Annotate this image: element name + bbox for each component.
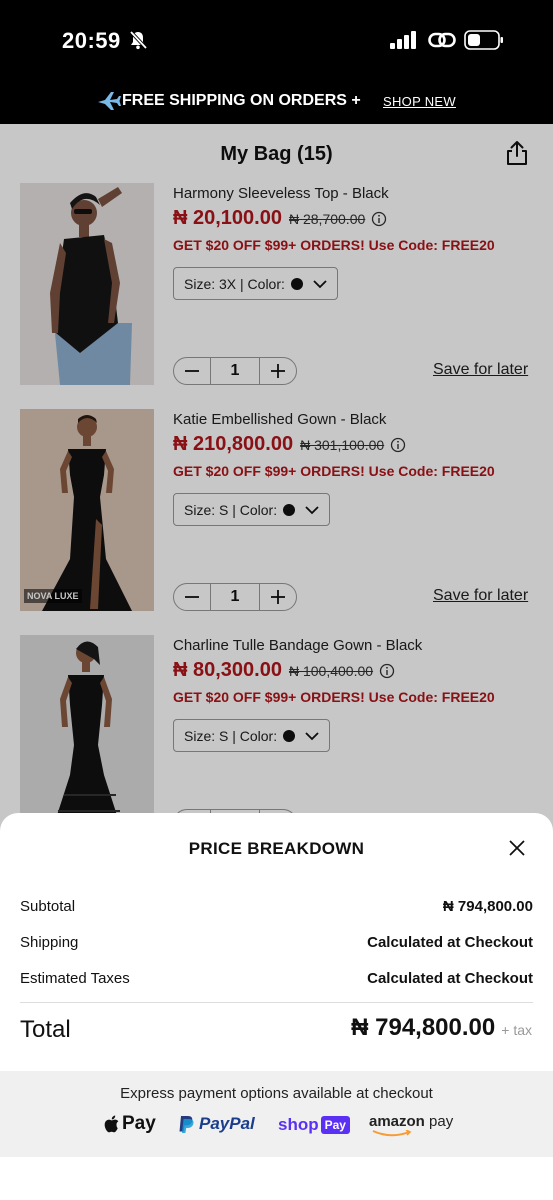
signal-icon bbox=[390, 31, 416, 49]
link-icon bbox=[428, 32, 456, 48]
subtotal-row: Subtotal ₦ 794,800.00 bbox=[20, 898, 533, 915]
amazon-pay-word: pay bbox=[424, 1113, 454, 1130]
status-time: 20:59 bbox=[62, 28, 121, 53]
row-value: Calculated at Checkout bbox=[367, 934, 533, 951]
divider bbox=[20, 1002, 533, 1003]
apple-icon bbox=[104, 1115, 119, 1133]
shop-new-link[interactable]: SHOP NEW bbox=[383, 94, 456, 109]
cart-page: 20:59 FREE SHIPPING ON ORDERS + SHOP NEW… bbox=[0, 0, 553, 1200]
shop-pay-word: shop bbox=[278, 1115, 319, 1134]
total-label: Total bbox=[20, 1016, 71, 1043]
amazon-smile-icon bbox=[372, 1130, 412, 1137]
promo-text: FREE SHIPPING ON ORDERS + bbox=[122, 92, 361, 109]
paypal-text: PayPal bbox=[199, 1114, 255, 1133]
row-value: ₦ 794,800.00 bbox=[442, 898, 533, 915]
status-bar: 20:59 bbox=[0, 0, 553, 82]
amazon-pay-logo: amazon pay bbox=[369, 1113, 454, 1137]
tax-note: + tax bbox=[501, 1022, 532, 1038]
shop-pay-badge: Pay bbox=[320, 1116, 350, 1134]
bell-muted-icon bbox=[129, 30, 148, 50]
apple-pay-logo: Pay bbox=[102, 1113, 156, 1135]
total-amount: ₦ 794,800.00 bbox=[351, 1014, 496, 1041]
amazon-word: amazon bbox=[369, 1113, 425, 1130]
total-value: ₦ 794,800.00 + tax bbox=[351, 1014, 532, 1042]
battery-icon bbox=[464, 30, 503, 50]
row-label: Estimated Taxes bbox=[20, 970, 130, 987]
price-breakdown-sheet: PRICE BREAKDOWN Subtotal ₦ 794,800.00 Sh… bbox=[0, 813, 553, 1200]
shop-pay-logo: shop Pay bbox=[278, 1115, 350, 1135]
row-value: Calculated at Checkout bbox=[367, 970, 533, 987]
express-payment-text: Express payment options available at che… bbox=[120, 1085, 433, 1102]
promo-banner: FREE SHIPPING ON ORDERS + SHOP NEW bbox=[0, 82, 553, 124]
apple-pay-text: Pay bbox=[122, 1113, 156, 1134]
airplane-icon bbox=[98, 92, 121, 110]
close-icon[interactable] bbox=[508, 839, 526, 857]
paypal-icon bbox=[179, 1116, 194, 1133]
row-label: Shipping bbox=[20, 934, 79, 951]
shipping-row: Shipping Calculated at Checkout bbox=[20, 934, 533, 951]
row-label: Subtotal bbox=[20, 898, 76, 915]
taxes-row: Estimated Taxes Calculated at Checkout bbox=[20, 970, 533, 987]
paypal-logo: PayPal bbox=[177, 1114, 255, 1134]
sheet-title: PRICE BREAKDOWN bbox=[188, 839, 365, 858]
express-payment-panel: Express payment options available at che… bbox=[0, 1071, 553, 1157]
payment-logos: Pay PayPal shop Pay amazon pay bbox=[0, 1113, 553, 1143]
